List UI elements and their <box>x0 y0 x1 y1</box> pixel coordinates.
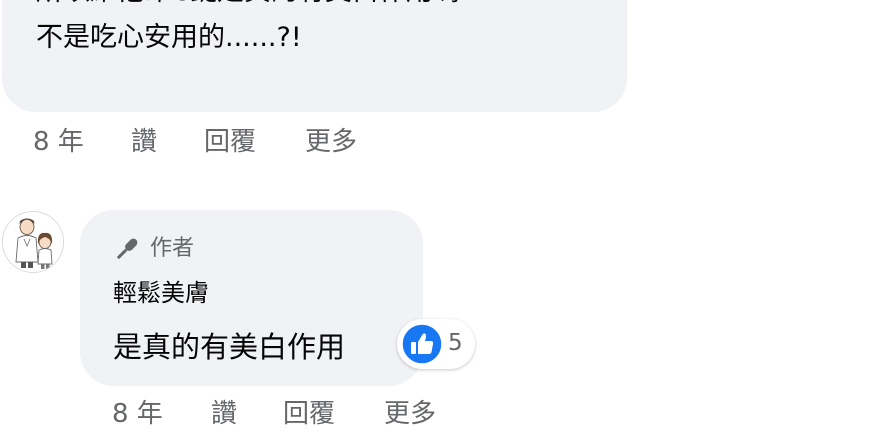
like-link[interactable]: 讚 <box>131 127 157 157</box>
comment-actions: 8 年 讚 回覆 更多 <box>0 127 400 157</box>
reply-bubble: 作者 輕鬆美膚 是真的有美白作用 <box>80 210 423 386</box>
reply-text: 是真的有美白作用 <box>113 330 346 364</box>
reply-link[interactable]: 回覆 <box>204 127 256 157</box>
comment-timestamp[interactable]: 8 年 <box>33 127 84 157</box>
reply-link[interactable]: 回覆 <box>283 399 335 429</box>
more-link[interactable]: 更多 <box>384 399 436 429</box>
avatar-illustration <box>3 212 63 272</box>
comment-bubble: 所以維他命C錠是真的有美白作用嗎? 不是吃心安用的......?! <box>2 0 627 112</box>
microphone-icon <box>117 238 138 259</box>
reaction-summary[interactable]: 5 <box>397 319 475 369</box>
reply-actions: 8 年 讚 回覆 更多 <box>0 399 480 429</box>
comment-text-line-1: 所以維他命C錠是真的有美白作用嗎? <box>36 0 474 8</box>
author-badge: 作者 <box>150 236 195 261</box>
reply-timestamp[interactable]: 8 年 <box>112 399 163 429</box>
comment-text-line-2: 不是吃心安用的......?! <box>36 22 302 53</box>
author-name[interactable]: 輕鬆美膚 <box>113 278 209 308</box>
more-link[interactable]: 更多 <box>305 127 357 157</box>
reaction-count: 5 <box>448 330 463 356</box>
author-badge-row: 作者 <box>112 234 194 264</box>
like-link[interactable]: 讚 <box>211 399 237 429</box>
avatar[interactable] <box>2 211 64 273</box>
thumbs-up-icon <box>401 323 443 365</box>
